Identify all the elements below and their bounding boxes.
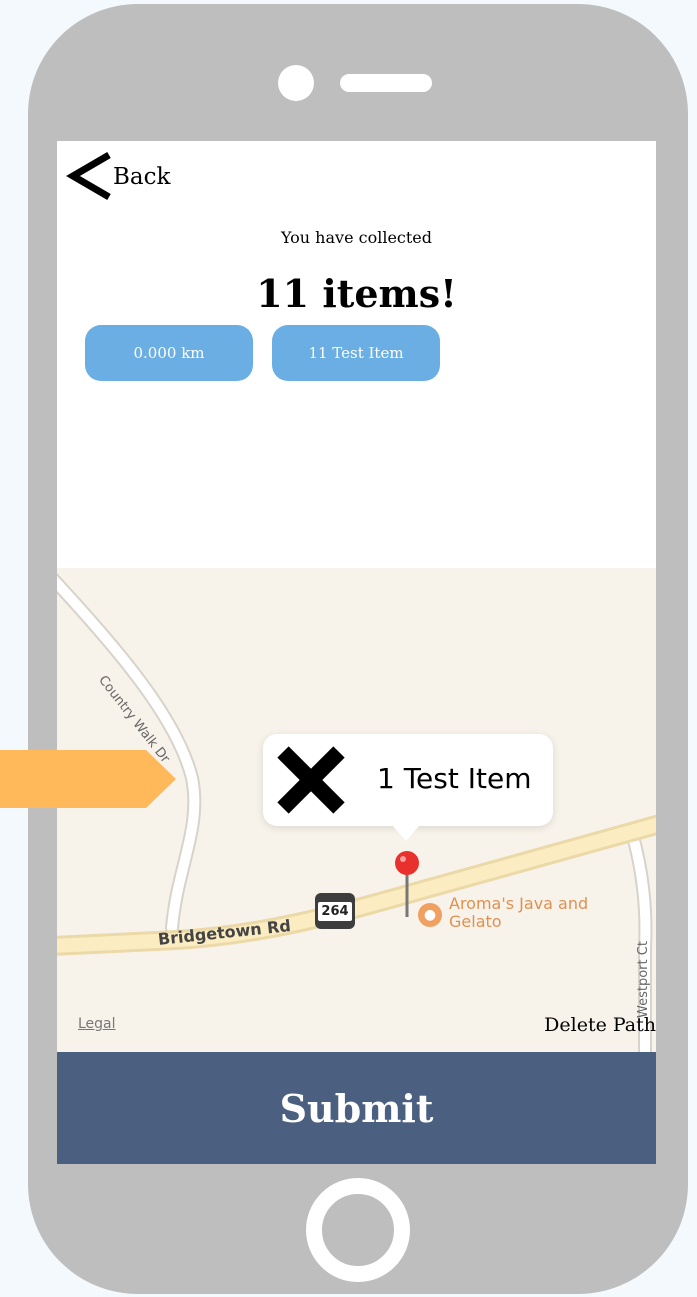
- camera-dot: [278, 65, 314, 101]
- back-label: Back: [113, 164, 171, 190]
- collected-subtitle: You have collected: [280, 228, 433, 247]
- pin-callout: 1 Test Item: [263, 734, 553, 841]
- map-pin-icon[interactable]: [395, 851, 419, 921]
- map-view[interactable]: Country Walk Dr Bridgetown Rd Westport C…: [57, 568, 656, 1052]
- ice-cream-icon[interactable]: ●: [418, 903, 442, 927]
- route-number: 264: [318, 901, 352, 921]
- street-label-westport: Westport Ct: [636, 941, 651, 1018]
- items-pill[interactable]: 11 Test Item: [272, 325, 440, 381]
- legal-link[interactable]: Legal: [78, 1016, 116, 1032]
- distance-pill[interactable]: 0.000 km: [85, 325, 253, 381]
- arrow-right-icon: [0, 750, 176, 808]
- close-icon[interactable]: [275, 744, 347, 816]
- items-count-title: 11 items!: [256, 271, 457, 316]
- callout-title: 1 Test Item: [377, 762, 532, 795]
- submit-button[interactable]: Submit: [57, 1052, 656, 1164]
- route-shield-icon: 264: [315, 893, 355, 929]
- chevron-left-icon: [66, 151, 111, 201]
- home-button[interactable]: [306, 1178, 410, 1282]
- app-screen: Back You have collected 11 items! 0.000 …: [57, 141, 656, 1164]
- speaker-slot: [340, 74, 432, 92]
- back-button[interactable]: Back: [65, 151, 170, 201]
- delete-path-button[interactable]: Delete Path: [544, 1014, 656, 1036]
- poi-label[interactable]: Aroma's Java and Gelato: [449, 895, 599, 931]
